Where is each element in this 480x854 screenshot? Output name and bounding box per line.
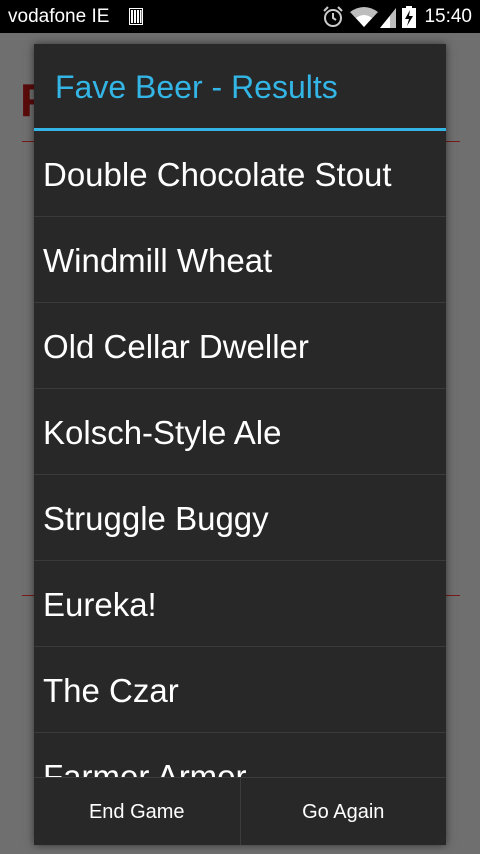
list-item[interactable]: Farmer Armor xyxy=(34,733,446,777)
background-rule xyxy=(446,141,460,142)
list-item-label: The Czar xyxy=(43,672,179,709)
alarm-icon xyxy=(323,5,344,27)
status-icons: 15:40 xyxy=(322,0,472,33)
list-item[interactable]: Double Chocolate Stout xyxy=(34,131,446,217)
list-item-label: Windmill Wheat xyxy=(43,242,273,279)
go-again-button[interactable]: Go Again xyxy=(241,778,447,845)
dialog-button-bar: End Game Go Again xyxy=(34,777,446,845)
results-list[interactable]: Double Chocolate Stout Windmill Wheat Ol… xyxy=(34,131,446,777)
list-item-label: Old Cellar Dweller xyxy=(43,328,309,365)
signal-icon xyxy=(380,7,397,28)
list-item-label: Kolsch-Style Ale xyxy=(43,414,282,451)
sim-card-icon xyxy=(129,8,143,25)
clock: 15:40 xyxy=(424,5,472,27)
list-item[interactable]: Kolsch-Style Ale xyxy=(34,389,446,475)
list-item-label: Double Chocolate Stout xyxy=(43,156,392,193)
dialog-title: Fave Beer - Results xyxy=(55,69,338,105)
list-item-label: Struggle Buggy xyxy=(43,500,269,537)
end-game-button[interactable]: End Game xyxy=(34,778,240,845)
carrier-name: vodafone IE xyxy=(8,6,110,27)
list-item[interactable]: The Czar xyxy=(34,647,446,733)
list-item[interactable]: Eureka! xyxy=(34,561,446,647)
status-bar: vodafone IE 15:40 xyxy=(0,0,480,33)
results-dialog: Fave Beer - Results Double Chocolate Sto… xyxy=(34,44,446,845)
list-item-label: Farmer Armor xyxy=(43,758,247,777)
battery-charging-icon xyxy=(402,5,417,28)
list-item[interactable]: Windmill Wheat xyxy=(34,217,446,303)
list-item[interactable]: Old Cellar Dweller xyxy=(34,303,446,389)
wifi-icon xyxy=(350,6,379,27)
list-item[interactable]: Struggle Buggy xyxy=(34,475,446,561)
list-item-label: Eureka! xyxy=(43,586,157,623)
background-rule xyxy=(446,595,460,596)
